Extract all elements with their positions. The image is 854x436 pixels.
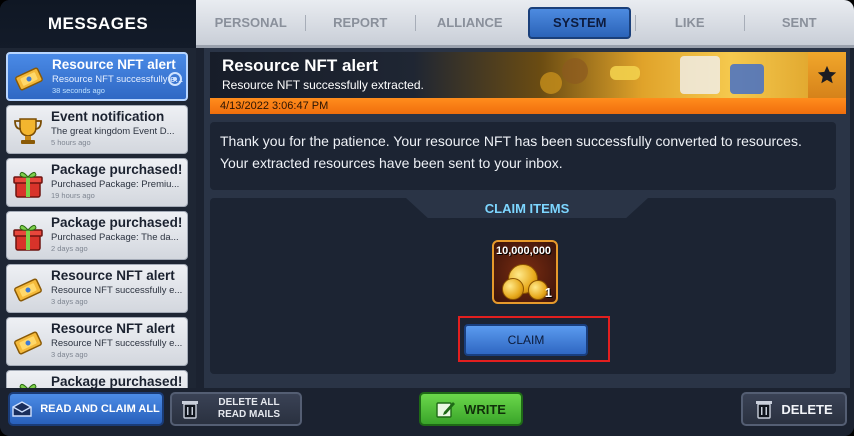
claim-items-box: CLAIM ITEMS 10,000,000 1 CLAIM — [210, 198, 836, 374]
mail-open-icon — [12, 401, 32, 417]
delete-label: DELETE — [781, 401, 833, 417]
mail-title: Package purchased! — [51, 162, 183, 177]
mail-preview: Purchased Package: The da... — [51, 232, 179, 243]
mail-preview: Resource NFT successfully e... — [51, 338, 183, 349]
trash-icon — [181, 399, 199, 419]
mail-title: Package purchased! — [51, 215, 183, 230]
reward-quantity: 1 — [544, 285, 552, 300]
mail-item[interactable]: Package purchased! Purchased Package: Pr… — [6, 158, 188, 207]
footer-bar: READ AND CLAIM ALL DELETE ALL READ MAILS… — [0, 388, 854, 436]
tab-personal[interactable]: PERSONAL — [196, 7, 305, 39]
read-and-claim-all-label: READ AND CLAIM ALL — [40, 403, 160, 415]
tab-sent[interactable]: SENT — [744, 7, 853, 39]
mail-title: Resource NFT alert — [52, 57, 176, 72]
tab-like[interactable]: LIKE — [635, 7, 744, 39]
write-label: WRITE — [464, 401, 506, 417]
mail-item[interactable]: Resource NFT alert Resource NFT successf… — [6, 52, 188, 101]
delete-all-read-button[interactable]: DELETE ALL READ MAILS — [170, 392, 302, 426]
star-icon — [817, 65, 837, 84]
reward-item-card[interactable]: 10,000,000 1 — [492, 240, 558, 304]
claim-items-header: CLAIM ITEMS — [406, 198, 648, 218]
tab-bar: PERSONAL REPORT ALLIANCE SYSTEM LIKE SEN… — [196, 0, 854, 48]
message-title: Resource NFT alert — [222, 56, 378, 75]
message-subtitle: Resource NFT successfully extracted. — [222, 78, 424, 92]
ticket-icon — [12, 275, 44, 305]
trash-icon — [755, 399, 773, 419]
mail-list[interactable]: Resource NFT alert Resource NFT successf… — [0, 48, 196, 388]
read-and-claim-all-button[interactable]: READ AND CLAIM ALL — [8, 392, 164, 426]
message-banner: Resource NFT alert Resource NFT successf… — [210, 52, 846, 98]
tab-alliance[interactable]: ALLIANCE — [414, 7, 524, 39]
mail-time: 38 seconds ago — [52, 86, 105, 95]
banner-decoration — [730, 64, 764, 94]
mail-title: Package purchased! — [51, 374, 183, 388]
mail-window: MESSAGES PERSONAL REPORT ALLIANCE SYSTEM… — [0, 0, 854, 436]
message-body: Thank you for the patience. Your resourc… — [220, 133, 802, 171]
banner-decoration — [562, 58, 588, 84]
pencil-icon — [436, 400, 456, 418]
mail-item[interactable]: Event notification The great kingdom Eve… — [6, 105, 188, 154]
tab-report[interactable]: REPORT — [305, 7, 414, 39]
mail-time: 2 days ago — [51, 244, 88, 253]
mail-item[interactable]: Package purchased! — [6, 370, 188, 388]
claim-button[interactable]: CLAIM — [464, 324, 588, 356]
mail-time: 5 hours ago — [51, 138, 91, 147]
trophy-icon — [12, 116, 44, 146]
mail-time: 19 hours ago — [51, 191, 95, 200]
mail-item[interactable]: Package purchased! Purchased Package: Th… — [6, 211, 188, 260]
mail-title: Resource NFT alert — [51, 321, 175, 336]
mail-item[interactable]: Resource NFT alert Resource NFT successf… — [6, 264, 188, 313]
message-date: 4/13/2022 3:06:47 PM — [210, 98, 846, 114]
delete-all-read-label: DELETE ALL READ MAILS — [217, 397, 281, 420]
mail-preview: Resource NFT successfully e... — [52, 74, 184, 85]
ticket-icon — [13, 64, 45, 94]
ticket-icon — [12, 328, 44, 358]
mail-preview: Resource NFT successfully e... — [51, 285, 183, 296]
tab-system[interactable]: SYSTEM — [528, 6, 631, 39]
message-body-box: Thank you for the patience. Your resourc… — [210, 122, 836, 190]
gift-icon — [12, 169, 44, 199]
mail-item[interactable]: Resource NFT alert Resource NFT successf… — [6, 317, 188, 366]
delete-button[interactable]: DELETE — [741, 392, 847, 426]
mail-title: Resource NFT alert — [51, 268, 175, 283]
mail-time: 3 days ago — [51, 297, 88, 306]
mail-time: 3 days ago — [51, 350, 88, 359]
gift-icon — [12, 222, 44, 252]
banner-decoration — [610, 66, 640, 80]
mail-preview: Purchased Package: Premiu... — [51, 179, 180, 190]
banner-decoration — [540, 72, 562, 94]
selected-indicator-icon — [168, 72, 182, 86]
favorite-star-button[interactable] — [808, 52, 846, 98]
write-button[interactable]: WRITE — [419, 392, 523, 426]
reward-amount: 10,000,000 — [496, 245, 552, 257]
message-panel: Resource NFT alert Resource NFT successf… — [204, 48, 850, 388]
gift-icon — [12, 381, 44, 388]
page-title: MESSAGES — [0, 0, 196, 48]
mail-preview: The great kingdom Event D... — [51, 126, 175, 137]
gold-coin-icon — [502, 278, 524, 300]
mail-title: Event notification — [51, 109, 165, 124]
banner-decoration — [680, 56, 720, 94]
